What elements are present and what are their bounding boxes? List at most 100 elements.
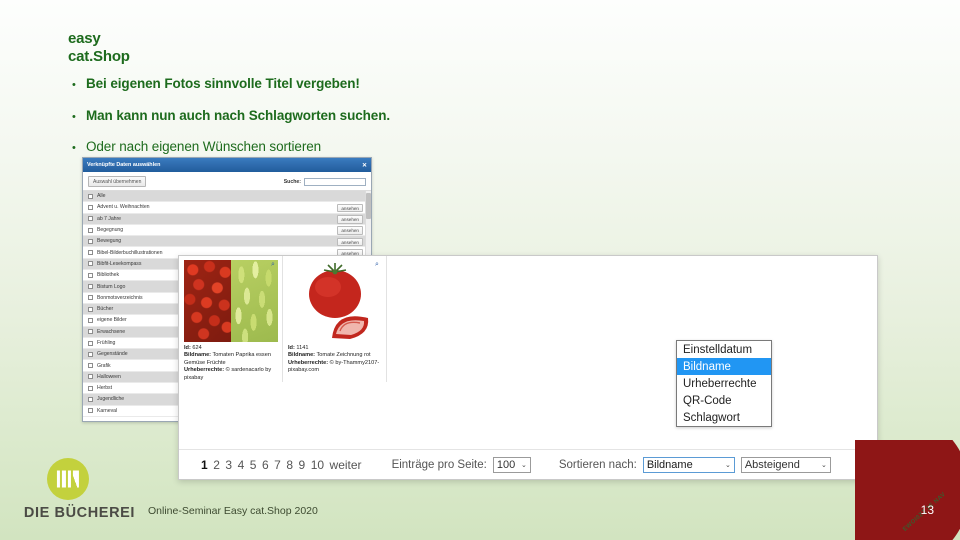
chevron-down-icon: ⌄ [520, 461, 527, 469]
row-label: Herbst [97, 385, 112, 392]
dialog-scroll-thumb[interactable] [365, 193, 371, 219]
sort-direction-select[interactable]: Absteigend ⌄ [740, 456, 831, 473]
row-checkbox[interactable] [88, 193, 93, 199]
close-icon[interactable]: ✕ [362, 162, 367, 169]
row-checkbox[interactable] [88, 295, 93, 301]
per-page-control: Einträge pro Seite: 100 ⌄ [391, 456, 531, 473]
page-link[interactable]: 2 [213, 458, 220, 472]
view-button[interactable]: ansehen [337, 226, 363, 236]
per-page-label: Einträge pro Seite: [391, 458, 487, 471]
thumbnail-wrap: ⌕ [184, 260, 278, 342]
row-checkbox[interactable] [88, 238, 93, 244]
view-button[interactable]: ansehen [337, 203, 363, 213]
sort-direction-value: Absteigend [744, 458, 800, 471]
buecherei-logo-icon [47, 458, 89, 500]
results-panel: ⌕ Id: 624 Bildname: Tomaten Paprika esse… [178, 255, 878, 480]
row-checkbox[interactable] [88, 272, 93, 278]
page-link[interactable]: 5 [250, 458, 257, 472]
row-label: ab 7 Jahre [97, 215, 122, 222]
row-checkbox[interactable] [88, 374, 93, 380]
footer-note: Online-Seminar Easy cat.Shop 2020 [148, 505, 318, 517]
sort-by-select[interactable]: Bildname ⌄ [642, 456, 735, 473]
page-link[interactable]: 6 [262, 458, 269, 472]
row-label: Bücher [97, 306, 114, 313]
next-page-link[interactable]: weiter [330, 458, 362, 472]
id-label: Id: [288, 345, 295, 351]
row-label: Bistum Logo [97, 283, 126, 290]
magnifier-icon[interactable]: ⌕ [373, 261, 381, 269]
row-checkbox[interactable] [88, 351, 93, 357]
row-label: Karneval [97, 407, 118, 414]
per-page-value: 100 [496, 458, 516, 471]
row-checkbox[interactable] [88, 306, 93, 312]
apply-selection-button[interactable]: Auswahl übernehmen [88, 176, 147, 187]
sort-control: Sortieren nach: Bildname ⌄ Absteigend ⌄ [558, 456, 831, 473]
sort-option[interactable]: QR-Code [677, 392, 771, 409]
dialog-list-row[interactable]: Begegnung ansehen [83, 225, 371, 237]
sort-option[interactable]: Urheberrechte [677, 375, 771, 392]
dialog-list-row[interactable]: Alle [83, 191, 371, 203]
pagination-bar: 1 2 3 4 5 6 7 8 9 10 weiter Einträge pro Seite: 10… [179, 449, 877, 479]
id-value: 1141 [296, 345, 309, 351]
row-label: eigene Bilder [97, 317, 127, 324]
dialog-list-row[interactable]: Advent u. Weihnachten ansehen [83, 202, 371, 214]
page-link[interactable]: 3 [225, 458, 232, 472]
thumbnail-image[interactable] [288, 260, 382, 342]
name-value: Tomate Zeichnung rot [316, 352, 371, 359]
row-checkbox[interactable] [88, 329, 93, 335]
thumbnail-image[interactable] [184, 260, 278, 342]
page-link[interactable]: 1 [201, 458, 208, 472]
per-page-select[interactable]: 100 ⌄ [492, 456, 531, 473]
row-checkbox[interactable] [88, 363, 93, 369]
image-card-grid: ⌕ Id: 624 Bildname: Tomaten Paprika esse… [179, 256, 387, 382]
row-label: Begegnung [97, 227, 124, 234]
row-checkbox[interactable] [88, 227, 93, 233]
page-link[interactable]: 9 [299, 458, 306, 472]
embedded-screenshot: Verknüpfte Daten auswählen ✕ Auswahl übe… [0, 0, 960, 540]
dialog-titlebar: Verknüpfte Daten auswählen ✕ [83, 158, 371, 172]
row-checkbox[interactable] [88, 284, 93, 290]
image-metadata: Id: 1141 Bildname: Tomate Zeichnung rot … [288, 342, 381, 375]
name-label: Bildname: [184, 352, 212, 359]
row-checkbox[interactable] [88, 385, 93, 391]
sort-option[interactable]: Schlagwort [677, 409, 771, 426]
page-link[interactable]: 8 [286, 458, 293, 472]
magnifier-icon[interactable]: ⌕ [269, 261, 277, 269]
view-button[interactable]: ansehen [337, 215, 363, 224]
logo-label: DIE BÜCHEREI [23, 505, 136, 521]
sort-option[interactable]: Bildname [677, 358, 771, 375]
sort-option[interactable]: Einstelldatum [677, 341, 771, 358]
chevron-down-icon: ⌄ [724, 461, 731, 469]
slide: easy cat.Shop • Bei eigenen Fotos sinnvo… [0, 0, 960, 540]
dialog-list-row[interactable]: Bewegung ansehen [83, 236, 371, 248]
row-checkbox[interactable] [88, 340, 93, 346]
row-label: Halloween [97, 373, 121, 380]
row-checkbox[interactable] [88, 261, 93, 267]
row-checkbox[interactable] [88, 204, 93, 210]
row-label: Bibfit-Lesekompass [97, 260, 142, 267]
thumbnail-wrap: ⌕ [288, 260, 382, 342]
page-link[interactable]: 10 [311, 458, 324, 472]
search-input[interactable] [304, 177, 366, 186]
row-label: Bewegung [97, 238, 122, 245]
row-checkbox[interactable] [88, 408, 93, 414]
view-button[interactable]: ansehen [337, 237, 363, 247]
row-checkbox[interactable] [88, 396, 93, 402]
row-label: Frühling [97, 340, 116, 346]
page-number: 13 [920, 503, 934, 517]
sort-by-dropdown-list[interactable]: Einstelldatum Bildname Urheberrechte QR-Cod… [676, 340, 772, 427]
row-checkbox[interactable] [88, 250, 93, 256]
row-label: Jugendliche [97, 396, 125, 403]
image-card[interactable]: ⌕ Id: 1141 Bildname: Tomate Zeichnung ro… [283, 256, 387, 382]
page-links[interactable]: 1 2 3 4 5 6 7 8 9 10 weiter [201, 458, 362, 472]
page-link[interactable]: 7 [274, 458, 281, 472]
dialog-list-row[interactable]: ab 7 Jahre ansehen [83, 213, 371, 225]
sort-by-label: Sortieren nach: [558, 458, 637, 471]
rights-label: Urheberrechte: [288, 359, 329, 366]
search-label: Suche: [283, 178, 301, 185]
row-checkbox[interactable] [88, 216, 93, 222]
row-label: Advent u. Weihnachten [97, 204, 150, 211]
image-card[interactable]: ⌕ Id: 624 Bildname: Tomaten Paprika esse… [179, 256, 283, 382]
row-checkbox[interactable] [88, 317, 93, 323]
page-link[interactable]: 4 [238, 458, 245, 472]
